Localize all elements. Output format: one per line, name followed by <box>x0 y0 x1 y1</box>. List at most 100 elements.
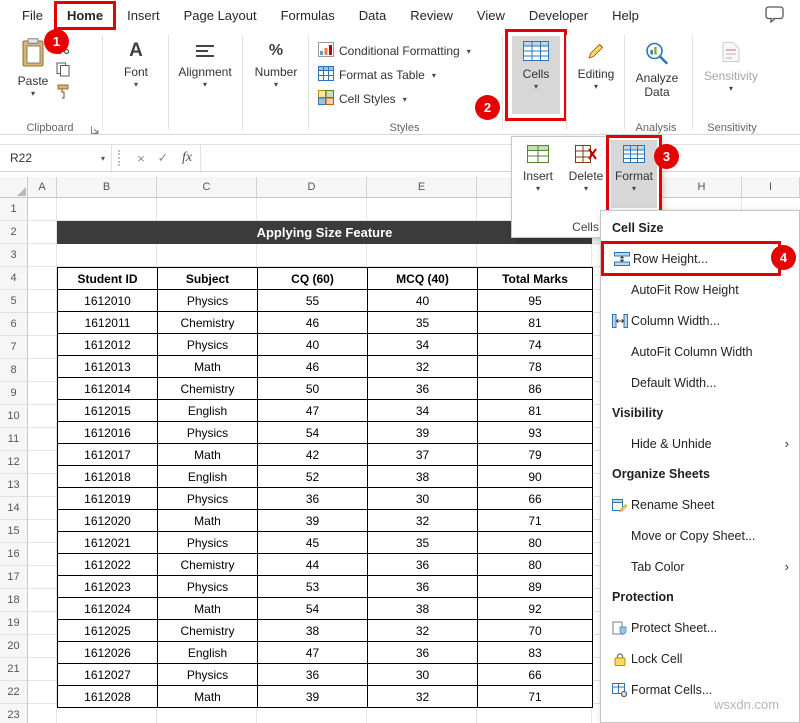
table-cell[interactable]: 1612019 <box>58 488 158 510</box>
menu-item-default-width[interactable]: Default Width... <box>601 367 799 398</box>
table-cell[interactable]: 1612010 <box>58 290 158 312</box>
row-header-17[interactable]: 17 <box>0 566 28 589</box>
table-cell[interactable]: 38 <box>368 598 478 620</box>
table-cell[interactable]: 79 <box>478 444 593 466</box>
format-button[interactable]: Format▾ <box>611 140 657 208</box>
column-header-b[interactable]: B <box>57 177 157 198</box>
row-header-15[interactable]: 15 <box>0 520 28 543</box>
table-cell[interactable]: 83 <box>478 642 593 664</box>
sensitivity-button[interactable]: Sensitivity ▾ <box>700 36 762 92</box>
table-cell[interactable]: 74 <box>478 334 593 356</box>
table-cell[interactable]: Physics <box>158 422 258 444</box>
table-cell[interactable]: 1612011 <box>58 312 158 334</box>
table-cell[interactable]: 38 <box>368 466 478 488</box>
table-cell[interactable]: 34 <box>368 400 478 422</box>
table-cell[interactable]: 90 <box>478 466 593 488</box>
table-cell[interactable]: Math <box>158 598 258 620</box>
table-cell[interactable]: 1612025 <box>58 620 158 642</box>
table-cell[interactable]: 1612021 <box>58 532 158 554</box>
table-cell[interactable]: 92 <box>478 598 593 620</box>
table-cell[interactable]: Physics <box>158 664 258 686</box>
formula-bar-handle[interactable] <box>118 150 124 166</box>
formula-input[interactable] <box>200 145 800 171</box>
table-cell[interactable]: 66 <box>478 488 593 510</box>
analyze-data-button[interactable]: Analyze Data <box>630 36 684 99</box>
row-header-3[interactable]: 3 <box>0 244 28 267</box>
insert-function-icon[interactable]: fx <box>174 150 200 166</box>
row-header-23[interactable]: 23 <box>0 704 28 723</box>
table-cell[interactable]: 71 <box>478 686 593 708</box>
menu-tab-insert[interactable]: Insert <box>115 2 172 29</box>
menu-tab-formulas[interactable]: Formulas <box>269 2 347 29</box>
column-header-a[interactable]: A <box>28 177 57 198</box>
number-group-button[interactable]: % Number ▾ <box>250 35 302 88</box>
table-cell[interactable]: 1612013 <box>58 356 158 378</box>
row-header-14[interactable]: 14 <box>0 497 28 520</box>
table-cell[interactable]: 35 <box>368 312 478 334</box>
row-header-2[interactable]: 2 <box>0 221 28 244</box>
table-cell[interactable]: English <box>158 466 258 488</box>
table-cell[interactable]: Math <box>158 444 258 466</box>
font-group-button[interactable]: A Font ▾ <box>112 35 160 88</box>
table-cell[interactable]: 1612020 <box>58 510 158 532</box>
table-cell[interactable]: 66 <box>478 664 593 686</box>
column-header-h[interactable]: H <box>662 177 742 198</box>
row-header-7[interactable]: 7 <box>0 336 28 359</box>
table-cell[interactable]: 47 <box>258 400 368 422</box>
table-cell[interactable]: 36 <box>258 664 368 686</box>
menu-item-lock-cell[interactable]: Lock Cell <box>601 643 799 674</box>
table-cell[interactable]: 80 <box>478 554 593 576</box>
row-header-4[interactable]: 4 <box>0 267 28 290</box>
table-cell[interactable]: 1612018 <box>58 466 158 488</box>
cancel-icon[interactable]: × <box>130 151 152 166</box>
menu-tab-home[interactable]: Home <box>55 2 115 29</box>
table-cell[interactable]: 1612015 <box>58 400 158 422</box>
row-header-5[interactable]: 5 <box>0 290 28 313</box>
row-header-22[interactable]: 22 <box>0 681 28 704</box>
format-painter-icon[interactable] <box>56 84 71 102</box>
table-cell[interactable]: 53 <box>258 576 368 598</box>
row-header-16[interactable]: 16 <box>0 543 28 566</box>
table-header-total-marks[interactable]: Total Marks <box>478 268 593 290</box>
table-cell[interactable]: 52 <box>258 466 368 488</box>
table-cell[interactable]: Physics <box>158 532 258 554</box>
row-header-20[interactable]: 20 <box>0 635 28 658</box>
table-cell[interactable]: Chemistry <box>158 554 258 576</box>
table-cell[interactable]: 37 <box>368 444 478 466</box>
table-cell[interactable]: 40 <box>258 334 368 356</box>
menu-tab-page-layout[interactable]: Page Layout <box>172 2 269 29</box>
table-cell[interactable]: 36 <box>368 642 478 664</box>
column-header-i[interactable]: I <box>742 177 800 198</box>
comments-icon[interactable] <box>765 6 784 26</box>
menu-tab-data[interactable]: Data <box>347 2 398 29</box>
table-cell[interactable]: 39 <box>368 422 478 444</box>
table-cell[interactable]: 34 <box>368 334 478 356</box>
insert-button[interactable]: Insert▾ <box>515 140 561 208</box>
table-header-student-id[interactable]: Student ID <box>58 268 158 290</box>
table-cell[interactable]: Chemistry <box>158 312 258 334</box>
table-cell[interactable]: 36 <box>368 576 478 598</box>
table-cell[interactable]: 81 <box>478 312 593 334</box>
conditional-formatting-button[interactable]: Conditional Formatting ▾ <box>318 40 471 62</box>
table-cell[interactable]: 55 <box>258 290 368 312</box>
table-cell[interactable]: 1612016 <box>58 422 158 444</box>
column-header-e[interactable]: E <box>367 177 477 198</box>
table-cell[interactable]: 1612022 <box>58 554 158 576</box>
menu-item-rename-sheet[interactable]: Rename Sheet <box>601 489 799 520</box>
table-cell[interactable]: 93 <box>478 422 593 444</box>
table-cell[interactable]: 78 <box>478 356 593 378</box>
chevron-down-icon[interactable]: ▾ <box>101 154 105 163</box>
menu-item-move-or-copy-sheet[interactable]: Move or Copy Sheet... <box>601 520 799 551</box>
select-all-corner[interactable] <box>0 177 28 198</box>
table-cell[interactable]: 42 <box>258 444 368 466</box>
table-cell[interactable]: Math <box>158 510 258 532</box>
table-cell[interactable]: Chemistry <box>158 378 258 400</box>
menu-item-hide-unhide[interactable]: Hide & Unhide› <box>601 428 799 459</box>
cells-button[interactable]: Cells ▾ <box>512 36 560 114</box>
table-cell[interactable]: 81 <box>478 400 593 422</box>
table-cell[interactable]: Physics <box>158 290 258 312</box>
menu-item-autofit-row-height[interactable]: AutoFit Row Height <box>601 274 799 305</box>
table-cell[interactable]: 95 <box>478 290 593 312</box>
row-header-18[interactable]: 18 <box>0 589 28 612</box>
delete-button[interactable]: Delete▾ <box>563 140 609 208</box>
